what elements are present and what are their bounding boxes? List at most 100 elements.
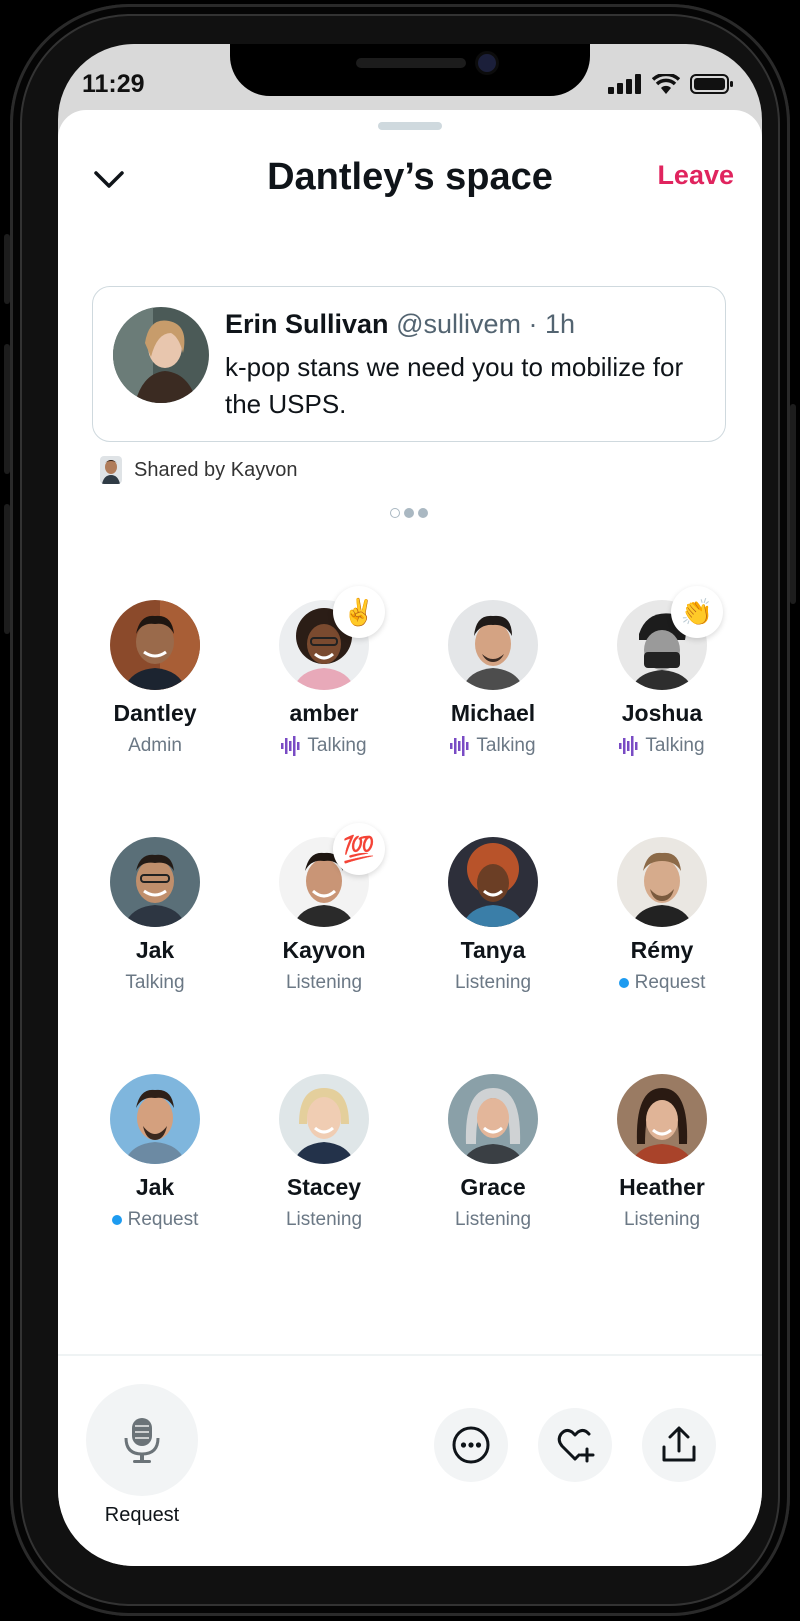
tweet-age: 1h <box>545 309 576 339</box>
space-header: Dantley’s space Leave <box>58 150 762 210</box>
participant-status: Request <box>578 972 746 994</box>
more-options-icon <box>452 1426 490 1464</box>
participant-name: amber <box>289 700 359 726</box>
avatar <box>113 307 209 403</box>
page-title: Dantley’s space <box>267 156 553 198</box>
status-label: Request <box>127 1209 199 1230</box>
status-label: Talking <box>645 735 705 756</box>
tweet-separator: · <box>528 309 538 339</box>
shared-tweet-card[interactable]: Erin Sullivan @sullivem · 1h k-pop stans… <box>92 286 726 442</box>
request-mic-button[interactable] <box>86 1384 198 1496</box>
participant-name: Tanya <box>460 937 526 963</box>
space-sheet: Dantley’s space Leave Erin Sullivan @sul… <box>58 110 762 1566</box>
avatar <box>617 837 707 927</box>
status-label: Admin <box>128 735 182 756</box>
participant[interactable]: Stacey Listening <box>240 1074 408 1231</box>
avatar <box>110 1074 200 1164</box>
leave-button[interactable]: Leave <box>657 160 734 191</box>
status-label: Listening <box>285 972 363 993</box>
talking-waveform-icon <box>281 736 300 756</box>
participant-name: Kayvon <box>282 937 366 963</box>
avatar <box>448 1074 538 1164</box>
participant-name: Stacey <box>286 1174 362 1200</box>
react-button[interactable] <box>538 1408 612 1482</box>
participant-name: Rémy <box>630 937 694 963</box>
pager-dot[interactable] <box>404 508 414 518</box>
status-label: Listening <box>454 972 532 993</box>
status-time: 11:29 <box>82 70 145 98</box>
participant-status: Admin <box>71 735 239 757</box>
avatar <box>110 837 200 927</box>
participant-status: Request <box>71 1209 239 1231</box>
participant-status: Listening <box>578 1209 746 1231</box>
participant[interactable]: Michael Talking <box>409 600 577 757</box>
tweet-handle: @sullivem <box>396 309 521 339</box>
avatar <box>279 1074 369 1164</box>
more-button[interactable] <box>434 1408 508 1482</box>
participant[interactable]: ✌️ amber Talking <box>240 586 408 757</box>
participant-status: Talking <box>578 735 746 757</box>
participant-status: Listening <box>409 972 577 994</box>
status-bar: 11:29 <box>58 44 762 110</box>
shared-by-row: Shared by Kayvon <box>100 456 297 484</box>
status-label: Listening <box>454 1209 532 1230</box>
avatar <box>617 1074 707 1164</box>
request-dot-icon <box>111 1215 122 1225</box>
card-pager[interactable] <box>390 508 428 518</box>
request-dot-icon <box>618 978 629 988</box>
participant-status: Talking <box>409 735 577 757</box>
talking-waveform-icon <box>619 736 638 756</box>
status-label: Talking <box>476 735 536 756</box>
microphone-icon <box>124 1418 160 1463</box>
talking-waveform-icon <box>450 736 469 756</box>
participant-status: Talking <box>71 972 239 994</box>
wifi-icon <box>652 74 680 94</box>
reaction-badge: 👏 <box>671 586 723 638</box>
share-button[interactable] <box>642 1408 716 1482</box>
cellular-signal-icon <box>608 74 641 94</box>
hundred-points-emoji-icon: 💯 <box>342 833 376 864</box>
participant-name: Grace <box>460 1174 526 1200</box>
participant[interactable]: Tanya Listening <box>409 837 577 994</box>
phone-frame: 11:29 Dantley’s space Leave Erin Sulliva… <box>4 4 796 1616</box>
tweet-author-name: Erin Sullivan <box>225 309 389 339</box>
participant-name: Jak <box>135 937 175 963</box>
tweet-meta: Erin Sullivan @sullivem · 1h <box>225 309 575 340</box>
participant[interactable]: 👏 Joshua Talking <box>578 586 746 757</box>
pager-dot[interactable] <box>418 508 428 518</box>
participant-status: Listening <box>240 972 408 994</box>
participant-status: Listening <box>409 1209 577 1231</box>
status-label: Request <box>634 972 706 993</box>
heart-plus-icon <box>557 1428 595 1463</box>
participant[interactable]: Jak Request <box>71 1074 239 1231</box>
status-label: Listening <box>285 1209 363 1230</box>
tweet-text: k-pop stans we need you to mobilize for … <box>225 352 684 419</box>
participant[interactable]: Jak Talking <box>71 837 239 994</box>
clapping-hands-emoji-icon: 👏 <box>680 596 714 627</box>
participant-name: Heather <box>619 1174 705 1200</box>
shared-by-label: Shared by Kayvon <box>134 458 298 481</box>
screen: 11:29 Dantley’s space Leave Erin Sulliva… <box>58 44 762 1566</box>
participant-name: Jak <box>135 1174 175 1200</box>
share-icon <box>662 1426 696 1462</box>
battery-icon <box>690 74 733 94</box>
participant[interactable]: Dantley Admin <box>71 600 239 757</box>
avatar <box>448 837 538 927</box>
sheet-grabber[interactable] <box>378 122 442 130</box>
peace-hand-emoji-icon: ✌️ <box>342 596 376 627</box>
participant-name: Michael <box>450 700 536 726</box>
avatar <box>448 600 538 690</box>
reaction-badge: ✌️ <box>333 586 385 638</box>
participant[interactable]: Grace Listening <box>409 1074 577 1231</box>
footer-divider <box>58 1354 762 1356</box>
participant-name: Joshua <box>621 700 703 726</box>
participant[interactable]: Heather Listening <box>578 1074 746 1231</box>
participant-status: Talking <box>240 735 408 757</box>
participant[interactable]: Rémy Request <box>578 837 746 994</box>
pager-dot[interactable] <box>390 508 400 518</box>
status-label: Listening <box>623 1209 701 1230</box>
participant-name: Dantley <box>113 700 197 726</box>
avatar <box>100 456 122 484</box>
reaction-badge: 💯 <box>333 823 385 875</box>
participant[interactable]: 💯 Kayvon Listening <box>240 823 408 994</box>
